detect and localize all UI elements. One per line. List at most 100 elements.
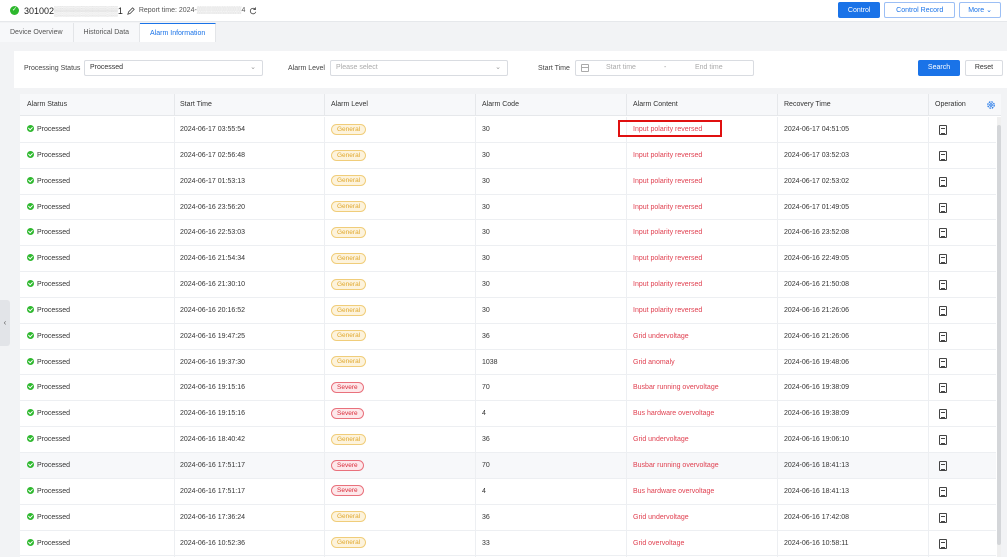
- column-divider: [928, 530, 929, 557]
- alarm-code-cell: 30: [482, 306, 490, 314]
- details-icon[interactable]: [939, 228, 947, 239]
- processed-check-icon: [27, 538, 34, 546]
- column-divider: [626, 272, 627, 299]
- alarm-code-cell: 36: [482, 513, 490, 521]
- alarm-level-cell: Severe: [331, 453, 364, 478]
- table-row[interactable]: Processed 2024-06-16 17:51:17 Severe 70 Busb…: [20, 452, 996, 479]
- refresh-icon[interactable]: [249, 6, 257, 15]
- more-button[interactable]: More ⌄: [959, 2, 1001, 18]
- table-row[interactable]: Processed 2024-06-16 20:16:52 General 30 Inp…: [20, 297, 996, 324]
- alarm-code-cell: 30: [482, 126, 490, 133]
- status-text: Processed: [37, 281, 71, 289]
- col-start-time[interactable]: Start Time: [180, 94, 212, 116]
- col-alarm-content[interactable]: Alarm Content: [633, 94, 678, 116]
- recovery-time-cell: 2024-06-16 19:38:09: [784, 410, 849, 418]
- tab-historical-data[interactable]: Historical Data: [73, 23, 141, 42]
- processing-status-value: Processed: [90, 64, 124, 71]
- table-row[interactable]: Processed 2024-06-17 02:56:48 General 30 Inp…: [20, 142, 996, 169]
- processed-check-icon: [27, 512, 34, 520]
- details-icon[interactable]: [939, 331, 947, 342]
- vertical-scrollbar[interactable]: [997, 117, 1001, 557]
- details-icon[interactable]: [939, 538, 947, 549]
- column-divider: [475, 401, 476, 428]
- table-row[interactable]: Processed 2024-06-16 17:36:24 General 36 Gri…: [20, 504, 996, 531]
- status-text: Processed: [37, 255, 71, 263]
- details-icon[interactable]: [939, 383, 947, 394]
- column-divider: [777, 401, 778, 428]
- control-button[interactable]: Control: [838, 2, 881, 18]
- col-alarm-level[interactable]: Alarm Level: [331, 94, 368, 116]
- table-row[interactable]: Processed 2024-06-16 19:47:25 General 36 Gri…: [20, 323, 996, 350]
- tab-device-overview[interactable]: Device Overview: [0, 23, 74, 42]
- column-settings-icon[interactable]: [986, 100, 996, 110]
- collapse-handle[interactable]: ‹: [0, 300, 10, 346]
- control-record-button[interactable]: Control Record: [884, 2, 956, 18]
- processed-check-icon: [27, 460, 34, 468]
- col-recovery-time[interactable]: Recovery Time: [784, 94, 831, 116]
- end-time-input[interactable]: End time: [695, 61, 723, 75]
- table-row[interactable]: Processed 2024-06-16 18:40:42 General 36 Gri…: [20, 427, 996, 454]
- edit-icon[interactable]: [126, 6, 135, 15]
- scrollbar-thumb[interactable]: [997, 125, 1001, 545]
- details-icon[interactable]: [939, 460, 947, 471]
- tab-alarm-information[interactable]: Alarm Information: [140, 23, 217, 42]
- details-icon[interactable]: [939, 202, 947, 213]
- column-divider: [174, 452, 175, 479]
- table-row[interactable]: Processed 2024-06-16 23:56:20 General 30 Inp…: [20, 194, 996, 221]
- processed-check-icon: [27, 150, 34, 158]
- recovery-time-cell: 2024-06-16 19:38:09: [784, 384, 849, 392]
- column-divider: [928, 117, 929, 143]
- col-alarm-code[interactable]: Alarm Code: [482, 94, 519, 116]
- details-icon[interactable]: [939, 357, 947, 368]
- table-row[interactable]: Processed 2024-06-17 03:55:54 General 30 Inp…: [20, 117, 996, 143]
- alarm-level-badge: General: [331, 201, 367, 213]
- details-icon[interactable]: [939, 176, 947, 187]
- start-time-cell: 2024-06-16 21:30:10: [180, 281, 245, 289]
- alarm-content-cell: Input polarity reversed: [633, 229, 703, 237]
- details-icon[interactable]: [939, 280, 947, 291]
- details-icon[interactable]: [939, 150, 947, 161]
- alarm-status-cell: Processed: [27, 479, 70, 504]
- details-icon[interactable]: [939, 435, 947, 446]
- column-divider: [324, 504, 325, 531]
- date-range-picker[interactable]: Start time - End time: [575, 60, 754, 76]
- table-row[interactable]: Processed 2024-06-17 01:53:13 General 30 Inp…: [20, 168, 996, 195]
- reset-button[interactable]: Reset: [965, 60, 1003, 76]
- start-time-cell: 2024-06-16 19:37:30: [180, 358, 245, 366]
- table-row[interactable]: Processed 2024-06-16 22:53:03 General 30 Inp…: [20, 220, 996, 247]
- details-icon[interactable]: [939, 512, 947, 523]
- details-icon[interactable]: [939, 409, 947, 420]
- table-row[interactable]: Processed 2024-06-16 21:30:10 General 30 Inp…: [20, 272, 996, 299]
- status-text: Processed: [37, 126, 71, 133]
- details-icon[interactable]: [939, 305, 947, 316]
- column-divider: [475, 220, 476, 247]
- alarm-level-badge: Severe: [331, 407, 364, 419]
- column-divider: [626, 246, 627, 273]
- details-icon[interactable]: [939, 254, 947, 265]
- column-divider: [777, 297, 778, 324]
- processed-check-icon: [27, 280, 34, 288]
- table-row[interactable]: Processed 2024-06-16 19:37:30 General 1038 G…: [20, 349, 996, 376]
- start-time-cell: 2024-06-16 19:47:25: [180, 332, 245, 340]
- start-time-input[interactable]: Start time: [606, 61, 636, 75]
- col-alarm-status[interactable]: Alarm Status: [27, 94, 67, 116]
- search-button[interactable]: Search: [918, 60, 960, 76]
- table-row[interactable]: Processed 2024-06-16 21:54:34 General 30 Inp…: [20, 246, 996, 273]
- status-text: Processed: [37, 306, 71, 314]
- alarm-level-cell: General: [331, 246, 367, 271]
- alarm-level-select[interactable]: Please select ⌄: [330, 60, 508, 76]
- alarm-code-cell: 33: [482, 539, 490, 547]
- column-divider: [174, 375, 175, 402]
- details-icon[interactable]: [939, 125, 947, 135]
- column-divider: [777, 349, 778, 376]
- processing-status-select[interactable]: Processed ⌄: [84, 60, 263, 76]
- processed-check-icon: [27, 254, 34, 262]
- table-row[interactable]: Processed 2024-06-16 19:15:16 Severe 4 Bus h…: [20, 401, 996, 428]
- alarm-status-cell: Processed: [27, 531, 70, 556]
- column-divider: [626, 478, 627, 505]
- table-row[interactable]: Processed 2024-06-16 19:15:16 Severe 70 Busb…: [20, 375, 996, 402]
- column-divider: [324, 142, 325, 169]
- details-icon[interactable]: [939, 486, 947, 497]
- table-row[interactable]: Processed 2024-06-16 17:51:17 Severe 4 Bus h…: [20, 478, 996, 505]
- table-row[interactable]: Processed 2024-06-16 10:52:36 General 33 Gri…: [20, 530, 996, 557]
